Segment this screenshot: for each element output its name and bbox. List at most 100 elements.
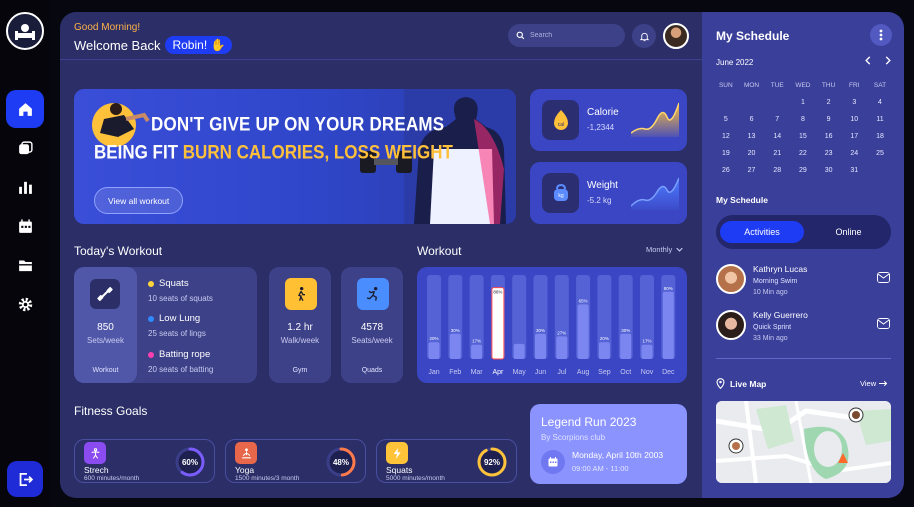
avatar	[716, 264, 746, 294]
calendar-day[interactable]: 14	[764, 128, 790, 145]
home-icon	[18, 102, 32, 116]
calendar-day[interactable]: 21	[764, 145, 790, 162]
calendar-day[interactable]: 28	[764, 162, 790, 179]
view-all-workout-button[interactable]: View all workout	[94, 187, 184, 214]
search-input[interactable]	[530, 32, 615, 39]
calendar-day[interactable]: 17	[841, 128, 867, 145]
x-tick-label: Jan	[428, 369, 439, 376]
bar-jul[interactable]	[556, 336, 568, 359]
nav-calendar[interactable]	[6, 207, 44, 245]
bar-aug[interactable]	[577, 304, 589, 359]
gym-card[interactable]: 1.2 hr Walk/week Gym	[269, 267, 331, 383]
calendar-day[interactable]: 24	[841, 145, 867, 162]
nav-activity[interactable]	[6, 129, 44, 167]
bar-oct[interactable]	[620, 333, 632, 359]
goal-card[interactable]: Yoga 1500 minutes/3 month 48%	[225, 439, 366, 483]
calendar-day[interactable]: 29	[790, 162, 816, 179]
mail-icon[interactable]	[877, 318, 890, 329]
batting-rope-sub: 20 seats of batting	[148, 365, 214, 374]
goal-card[interactable]: Squats 5000 minutes/month 92%	[376, 439, 517, 483]
calendar-day[interactable]: 18	[867, 128, 893, 145]
event-card[interactable]: Legend Run 2023 By Scorpions club Monday…	[530, 404, 687, 484]
calendar-day[interactable]: 15	[790, 128, 816, 145]
calendar-day[interactable]: 12	[713, 128, 739, 145]
workout-summary-card[interactable]: 850 Sets/week Workout Squats 10 seats of…	[74, 267, 257, 383]
calendar-day[interactable]: 5	[713, 111, 739, 128]
bar-dec[interactable]	[662, 291, 674, 359]
x-tick-label: Aug	[577, 369, 590, 376]
quads-card[interactable]: 4578 Seats/week Quads	[341, 267, 403, 383]
bar-jan[interactable]	[428, 342, 440, 359]
calorie-sparkline	[631, 102, 679, 137]
search-box[interactable]	[508, 24, 625, 47]
nav-folder[interactable]	[6, 246, 44, 284]
logout-button[interactable]	[7, 461, 43, 497]
bar-feb[interactable]	[449, 333, 461, 359]
nav-settings[interactable]	[6, 285, 44, 323]
calendar-day[interactable]: 30	[816, 162, 842, 179]
live-map-heading: Live Map	[716, 378, 766, 389]
calendar-grid: SUN MON TUE WED THU FRI SAT 1 2 3 4 5 6 7 8 9 10 11 12 13 14…	[713, 77, 893, 179]
profile-avatar[interactable]	[663, 23, 689, 49]
goal-icon	[91, 447, 99, 459]
tab-online[interactable]: Online	[810, 221, 887, 243]
bar-jun[interactable]	[535, 333, 546, 359]
calendar-day[interactable]: 11	[867, 111, 893, 128]
goal-sub: 1500 minutes/3 month	[235, 475, 300, 482]
bar-sep[interactable]	[598, 342, 610, 359]
calendar-day[interactable]: 23	[816, 145, 842, 162]
weight-card[interactable]: kg Weight -5.2 kg	[530, 162, 687, 224]
mail-icon[interactable]	[877, 272, 890, 283]
calendar-icon	[18, 218, 32, 233]
dumbbell-icon-box	[90, 279, 120, 309]
event-date: Monday, April 10th 2003	[572, 450, 664, 460]
my-schedule-subtitle: My Schedule	[716, 195, 768, 205]
calendar-day[interactable]: 25	[867, 145, 893, 162]
calendar-day[interactable]: 8	[790, 111, 816, 128]
brand-logo[interactable]	[6, 12, 44, 50]
more-options-button[interactable]	[870, 24, 892, 46]
view-map-link[interactable]: View	[860, 379, 888, 388]
calendar-day[interactable]: 4	[867, 94, 893, 111]
bar-mar[interactable]	[471, 344, 483, 359]
bar-value-label: 30%	[536, 328, 545, 333]
bar-apr[interactable]	[491, 287, 505, 360]
schedule-item[interactable]: Kelly Guerrero Quick Sprint 33 Min ago	[716, 310, 891, 346]
bar-value-label: 80%	[664, 286, 673, 291]
calorie-card[interactable]: cal Calorie -1,2344	[530, 89, 687, 151]
calendar-day[interactable]: 22	[790, 145, 816, 162]
wave-hand-icon: ✋	[210, 38, 226, 52]
calendar-day[interactable]: 6	[739, 111, 765, 128]
goal-card[interactable]: Strech 600 minutes/month 60%	[74, 439, 215, 483]
calendar-day[interactable]: 9	[816, 111, 842, 128]
schedule-item[interactable]: Kathryn Lucas Morning Swim 10 Min ago	[716, 264, 891, 300]
nav-stats[interactable]	[6, 168, 44, 206]
goal-icon-box	[386, 442, 408, 464]
bar-may[interactable]	[513, 343, 525, 359]
weight-icon-box: kg	[542, 173, 579, 213]
squats-sub: 10 seats of squats	[148, 294, 213, 303]
calendar-day[interactable]: 1	[790, 94, 816, 111]
calendar-day[interactable]: 16	[816, 128, 842, 145]
calendar-day[interactable]: 19	[713, 145, 739, 162]
calendar-day[interactable]: 7	[764, 111, 790, 128]
notifications-button[interactable]	[632, 24, 656, 48]
calendar-day[interactable]: 2	[816, 94, 842, 111]
calendar-day[interactable]: 26	[713, 162, 739, 179]
nav-home[interactable]	[6, 90, 44, 128]
next-month-button[interactable]	[885, 56, 892, 68]
calendar-day[interactable]: 10	[841, 111, 867, 128]
weekday-label: FRI	[849, 82, 860, 89]
dumbbell-icon	[97, 286, 113, 302]
tab-activities[interactable]: Activities	[720, 221, 804, 243]
period-dropdown[interactable]: Monthly	[646, 245, 683, 254]
calendar-day[interactable]: 31	[841, 162, 867, 179]
calendar-day[interactable]: 20	[739, 145, 765, 162]
live-map[interactable]	[716, 401, 891, 483]
x-tick-label: Oct	[620, 369, 631, 376]
calendar-day[interactable]: 13	[739, 128, 765, 145]
calendar-day[interactable]: 27	[739, 162, 765, 179]
calendar-day[interactable]: 3	[841, 94, 867, 111]
prev-month-button[interactable]	[864, 56, 871, 68]
bar-nov[interactable]	[641, 344, 653, 359]
